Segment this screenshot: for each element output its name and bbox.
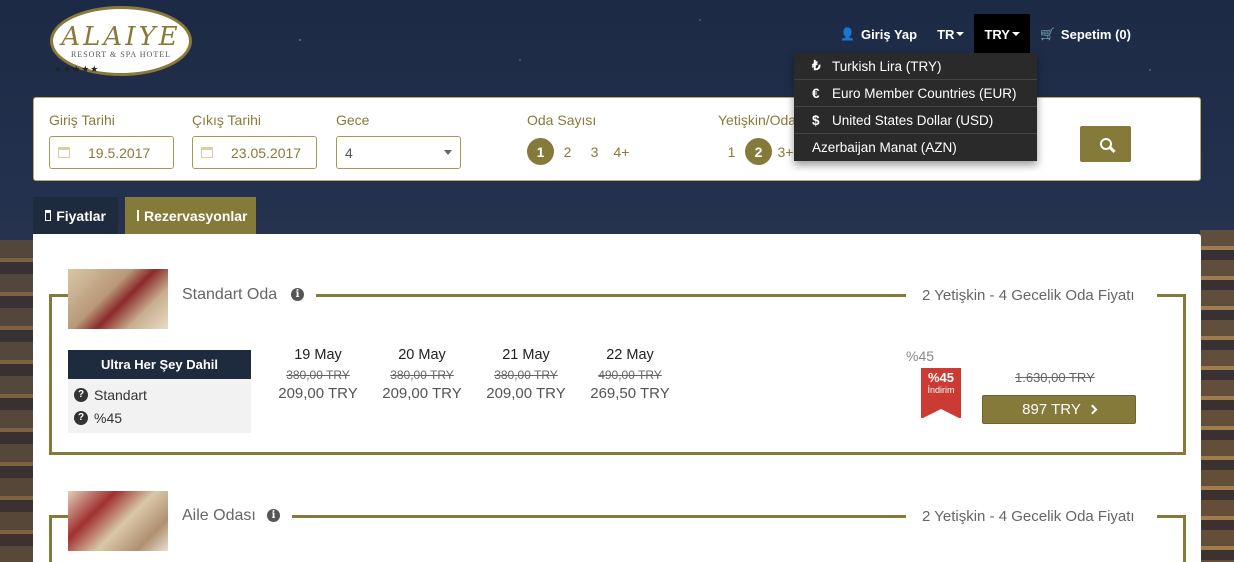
search-icon (1099, 138, 1112, 150)
checkout-label: Çıkış Tarihi (192, 112, 261, 128)
question-icon[interactable]: ? (74, 387, 88, 402)
day-old-price: 380,00 TRY (286, 368, 350, 382)
currency-option-try[interactable]: ₺ Turkish Lira (TRY) (794, 53, 1037, 80)
board-row: ? Standart (74, 383, 245, 406)
discount-ribbon: %45 İndirim (921, 368, 961, 419)
tab-prices[interactable]: Fiyatlar (33, 197, 118, 234)
euro-icon: € (812, 85, 820, 101)
room-card: Ultra Her Şey Dahil ? Standart ? %45 19 … (49, 295, 1186, 455)
day-new-price: 209,00 TRY (278, 385, 358, 402)
ribbon-percent: %45 (927, 370, 955, 385)
adults-option[interactable]: 2 (745, 138, 772, 165)
cart-link[interactable]: 🛒 Sepetim (0) (1030, 14, 1141, 54)
nights-value: 4 (345, 144, 353, 161)
ribbon-label: İndirim (927, 385, 955, 395)
chevron-right-icon (1087, 404, 1098, 415)
checkout-date-input[interactable]: 23.05.2017 (192, 136, 317, 169)
rooms-option[interactable]: 1 (527, 138, 554, 165)
tab-label: Fiyatlar (56, 207, 106, 224)
currency-menu: ₺ Turkish Lira (TRY) € Euro Member Count… (794, 53, 1037, 161)
rooms-option[interactable]: 4+ (608, 138, 635, 165)
day-old-price: 490,00 TRY (598, 368, 662, 382)
day-price: 19 May 380,00 TRY 209,00 TRY (273, 347, 363, 402)
logo-stars: ★★★★★ (54, 64, 100, 74)
cart-icon: 🛒 (1039, 27, 1055, 41)
rooms-label: Oda Sayısı (527, 112, 597, 128)
cart-label: Sepetim (0) (1060, 26, 1131, 42)
currency-option-azn[interactable]: Azerbaijan Manat (AZN) (794, 134, 1037, 161)
user-icon: 👤 (840, 27, 855, 41)
caret-down-icon (1011, 32, 1020, 36)
calendar-icon (45, 210, 52, 221)
rooms-selector: 1 2 3 4+ (527, 138, 635, 165)
dollar-icon: $ (812, 112, 820, 128)
day-price: 22 May 490,00 TRY 269,50 TRY (585, 347, 675, 402)
top-navigation: 👤 Giriş Yap TR TRY 🛒 Sepetim (0) (830, 14, 1141, 54)
background-building (0, 240, 34, 562)
day-date: 20 May (398, 347, 446, 363)
question-icon[interactable]: ? (74, 410, 88, 425)
board-row-label: %45 (94, 409, 123, 426)
background-building (1200, 230, 1234, 562)
logo-word: ALAIYE (61, 21, 181, 52)
currency-option-eur[interactable]: € Euro Member Countries (EUR) (794, 80, 1037, 107)
book-button[interactable]: 897 TRY (982, 395, 1136, 424)
day-date: 19 May (294, 347, 342, 363)
board-title: Ultra Her Şey Dahil (68, 350, 251, 379)
calendar-icon (137, 210, 139, 221)
calendar-icon (201, 147, 213, 158)
currency-label: TRY (984, 26, 1010, 42)
nights-label: Gece (336, 112, 370, 128)
adults-option[interactable]: 1 (718, 138, 745, 165)
room-card (49, 516, 1186, 562)
language-dropdown[interactable]: TR (927, 14, 974, 54)
calendar-icon (58, 147, 70, 158)
checkin-label: Giriş Tarihi (49, 112, 115, 128)
total-price: 897 TRY (1022, 401, 1081, 418)
currency-option-label: Turkish Lira (TRY) (832, 58, 942, 74)
logo-subtitle: RESORT & SPA HOTEL (71, 49, 171, 59)
login-link[interactable]: 👤 Giriş Yap (830, 14, 927, 54)
day-new-price: 209,00 TRY (382, 385, 462, 402)
tab-reservations[interactable]: Rezervasyonlar (125, 197, 256, 234)
board-row: ? %45 (74, 406, 245, 429)
tab-label: Rezervasyonlar (144, 207, 248, 224)
search-button[interactable] (1080, 126, 1131, 162)
day-price: 20 May 380,00 TRY 209,00 TRY (377, 347, 467, 402)
day-new-price: 269,50 TRY (590, 385, 670, 402)
rooms-option[interactable]: 3 (581, 138, 608, 165)
login-label: Giriş Yap (860, 26, 918, 42)
currency-option-label: United States Dollar (USD) (832, 112, 994, 128)
nights-select[interactable]: 4 (336, 136, 461, 169)
lira-icon: ₺ (812, 58, 821, 73)
day-date: 22 May (606, 347, 654, 363)
rooms-option[interactable]: 2 (554, 138, 581, 165)
day-date: 21 May (502, 347, 550, 363)
currency-option-usd[interactable]: $ United States Dollar (USD) (794, 107, 1037, 134)
day-old-price: 380,00 TRY (390, 368, 454, 382)
board-details: ? Standart ? %45 (68, 379, 251, 433)
day-price: 21 May 380,00 TRY 209,00 TRY (481, 347, 571, 402)
day-new-price: 209,00 TRY (486, 385, 566, 402)
checkin-value: 19.5.2017 (88, 144, 151, 161)
select-arrow-icon (444, 150, 452, 155)
old-total-price: 1.630,00 TRY (1015, 370, 1095, 385)
adults-label: Yetişkin/Oda (718, 112, 797, 128)
day-old-price: 380,00 TRY (494, 368, 558, 382)
checkin-date-input[interactable]: 19.5.2017 (49, 136, 174, 169)
caret-down-icon (956, 32, 965, 36)
board-type-box: Ultra Her Şey Dahil ? Standart ? %45 (68, 350, 251, 433)
room-list-panel: Standart Oda i 2 Yetişkin - 4 Gecelik Od… (33, 234, 1201, 562)
board-row-label: Standart (94, 386, 147, 403)
adults-selector: 1 2 3+ (718, 138, 799, 165)
currency-option-label: Azerbaijan Manat (AZN) (812, 140, 957, 155)
discount-percent: %45 (906, 348, 935, 364)
currency-dropdown[interactable]: TRY (974, 14, 1030, 54)
checkout-value: 23.05.2017 (231, 144, 302, 161)
currency-option-label: Euro Member Countries (EUR) (832, 85, 1017, 101)
language-label: TR (937, 26, 955, 42)
